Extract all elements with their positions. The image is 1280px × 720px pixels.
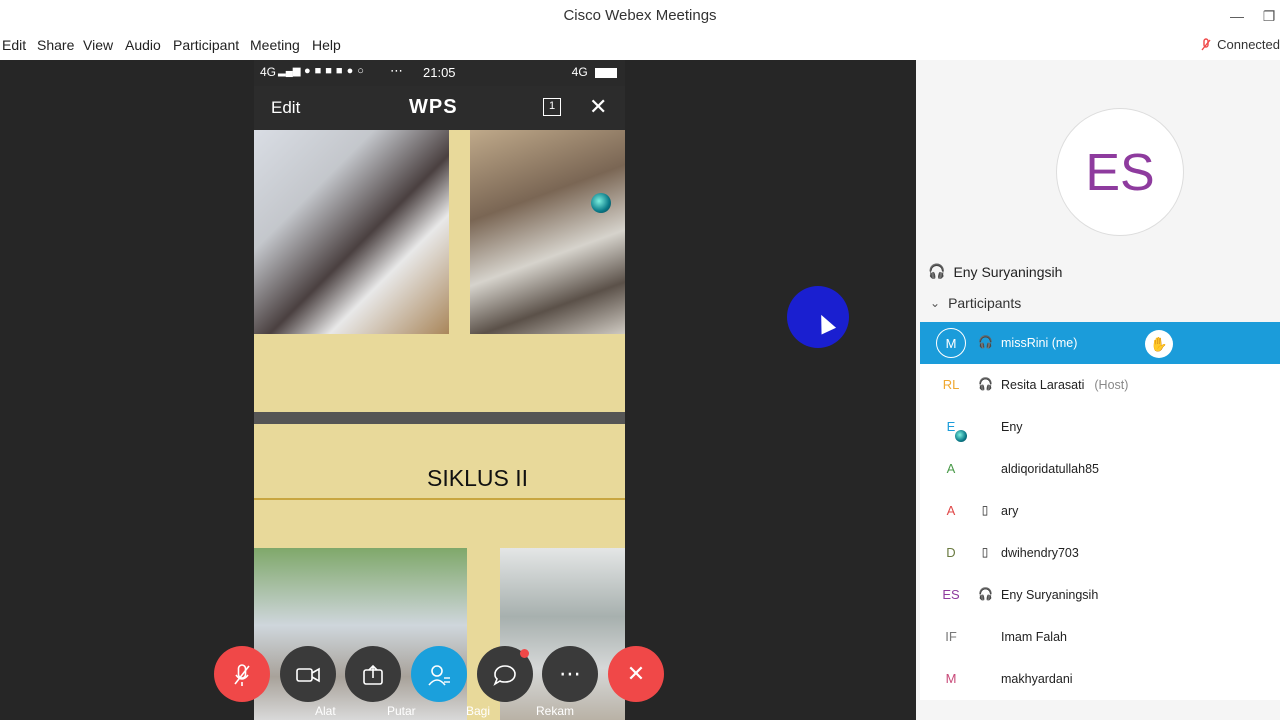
restore-icon[interactable]: ❐ (1259, 6, 1279, 26)
menu-meeting[interactable]: Meeting (250, 37, 300, 53)
participant-name: Eny Suryaningsih (1001, 588, 1099, 602)
slide-title: SIKLUS II (427, 465, 528, 491)
more-options-button[interactable]: ⋯ (542, 646, 598, 702)
participant-name: makhyardani (1001, 672, 1073, 686)
menu-edit[interactable]: Edit (2, 37, 26, 53)
slide-divider (254, 412, 625, 424)
participant-name: missRini (me) (1001, 336, 1078, 350)
participant-row[interactable]: A aldiqoridatullah85 (920, 448, 1280, 490)
raise-hand-icon[interactable]: ✋ (1145, 330, 1173, 358)
share-stage: 4G ▂▄▆ ●■■■●○ ⋯ 21:05 4G Edit WPS 1 ✕ SI… (0, 60, 916, 720)
participant-row[interactable]: IF Imam Falah (920, 616, 1280, 658)
window-title: Cisco Webex Meetings (563, 7, 717, 24)
participant-avatar: RL (942, 377, 960, 392)
connection-status[interactable]: Connected (1201, 37, 1280, 52)
chat-notification-badge (520, 649, 529, 658)
participant-name: Eny (1001, 420, 1023, 434)
menu-view[interactable]: View (83, 37, 113, 53)
active-speaker-label: 🎧 Eny Suryaningsih (928, 263, 1062, 280)
menu-share[interactable]: Share (37, 37, 74, 53)
notification-icons: ●■■■●○ (304, 65, 368, 77)
participant-avatar: D (946, 545, 956, 560)
close-icon[interactable]: ✕ (589, 94, 607, 120)
participant-avatar: M (936, 328, 966, 358)
mic-off-icon (234, 664, 250, 687)
title-bar: Cisco Webex Meetings — ❐ (0, 0, 1280, 32)
share-button[interactable] (345, 646, 401, 702)
mobile-icon: ▯ (981, 503, 989, 517)
headset-icon: 🎧 (978, 377, 993, 391)
phone-clock: 21:05 (423, 65, 456, 80)
participant-avatar: A (946, 503, 956, 518)
participants-header-label: Participants (948, 295, 1022, 311)
active-speaker-name: Eny Suryaningsih (953, 263, 1063, 280)
participant-row[interactable]: M makhyardani (920, 658, 1280, 700)
menu-help[interactable]: Help (312, 37, 341, 53)
mobile-icon: ▯ (981, 545, 989, 559)
menu-participant[interactable]: Participant (173, 37, 239, 53)
participant-avatar: ES (942, 587, 960, 602)
minimize-icon[interactable]: — (1227, 6, 1247, 26)
menu-audio[interactable]: Audio (125, 37, 161, 53)
participants-panel: ES 🎧 Eny Suryaningsih ⌄ Participants M 🎧… (916, 60, 1280, 720)
participant-avatar: IF (945, 629, 957, 644)
participant-name: dwihendry703 (1001, 546, 1079, 560)
more-notifications-icon: ⋯ (390, 63, 403, 78)
slide-rule (254, 498, 625, 500)
active-speaker-avatar: ES (1056, 108, 1184, 236)
phone-status-bar: 4G ▂▄▆ ●■■■●○ ⋯ 21:05 4G (254, 60, 625, 86)
chevron-down-icon: ⌄ (930, 296, 941, 310)
headset-icon: 🎧 (928, 263, 946, 279)
participant-row[interactable]: E Eny (920, 406, 1280, 448)
slide-photo-classroom-1 (254, 130, 449, 334)
signal-label: 4G (260, 65, 277, 79)
headset-icon: 🎧 (978, 587, 993, 601)
participant-row[interactable]: M 🎧 missRini (me) ✋ (920, 322, 1280, 364)
shared-phone-screen: 4G ▂▄▆ ●■■■●○ ⋯ 21:05 4G Edit WPS 1 ✕ SI… (254, 60, 625, 720)
floating-camera-icon[interactable] (591, 193, 611, 213)
wps-edit-button[interactable]: Edit (271, 98, 300, 118)
participant-name: aldiqoridatullah85 (1001, 462, 1099, 476)
video-button[interactable] (280, 646, 336, 702)
participants-icon (428, 665, 450, 686)
participant-list: ⌄ Participants M 🎧 missRini (me) ✋ RL 🎧 … (920, 284, 1280, 700)
battery-area: 4G (572, 65, 617, 79)
phone-tools-label: Alat (315, 704, 336, 718)
participant-name: Imam Falah (1001, 630, 1067, 644)
menu-bar: Edit Share View Audio Participant Meetin… (0, 32, 1280, 60)
wps-toolbar: Edit WPS 1 ✕ (254, 86, 625, 130)
camera-icon (296, 667, 320, 683)
participant-avatar: A (946, 461, 956, 476)
phone-share-label: Bagi (466, 704, 491, 718)
participant-name-wrap: Resita Larasati (Host) (1001, 378, 1128, 392)
mic-off-icon (1201, 37, 1211, 50)
participants-header[interactable]: ⌄ Participants (920, 284, 1280, 322)
slide-photo-classroom-2 (470, 130, 625, 334)
phone-record-label: Rekam (536, 704, 575, 718)
participant-avatar: M (945, 671, 957, 686)
signal-bars-icon: ▂▄▆ (278, 66, 301, 77)
participant-name: ary (1001, 504, 1019, 518)
participant-name: Resita Larasati (1001, 378, 1085, 392)
participants-button[interactable] (411, 646, 467, 702)
page-count-icon[interactable]: 1 (543, 98, 561, 116)
mute-button[interactable] (214, 646, 270, 702)
headset-icon: 🎧 (978, 335, 993, 349)
wps-logo: WPS (409, 96, 458, 118)
battery-icon (595, 67, 617, 78)
share-icon (363, 665, 383, 685)
participant-row[interactable]: D ▯ dwihendry703 (920, 532, 1280, 574)
right-signal-label: 4G (571, 65, 588, 79)
leave-meeting-button[interactable]: ✕ (608, 646, 664, 702)
phone-play-label: Putar (387, 704, 416, 718)
participant-row[interactable]: RL 🎧 Resita Larasati (Host) (920, 364, 1280, 406)
participant-row[interactable]: ES 🎧 Eny Suryaningsih (920, 574, 1280, 616)
participant-role: (Host) (1094, 378, 1129, 392)
camera-badge-icon (955, 430, 967, 442)
participant-row[interactable]: A ▯ ary (920, 490, 1280, 532)
connection-label: Connected (1217, 37, 1280, 52)
chat-icon (493, 665, 516, 687)
